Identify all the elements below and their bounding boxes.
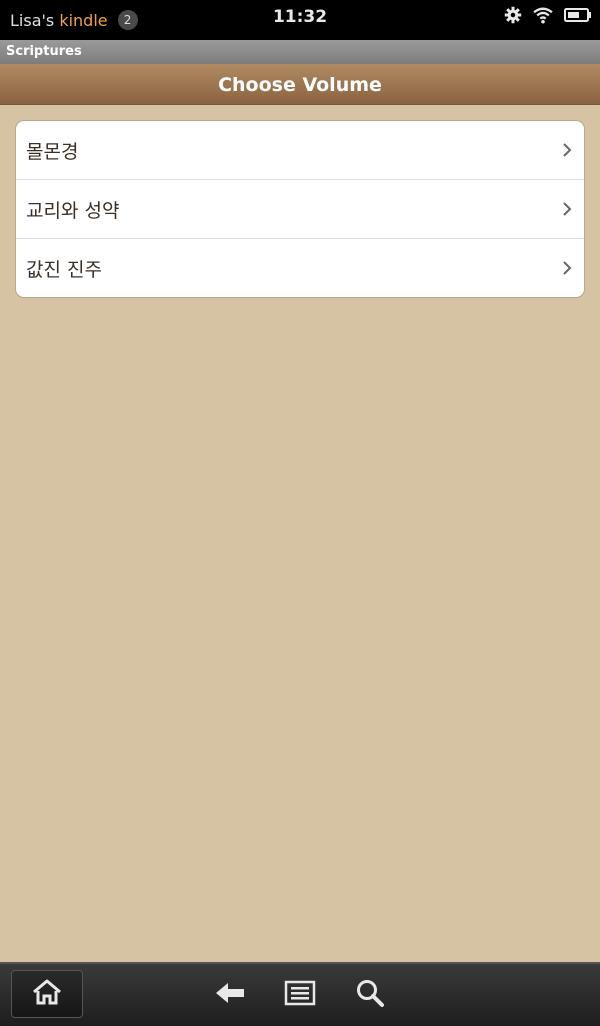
device-brand: kindle [59,10,108,30]
menu-icon [284,980,316,1010]
volume-label: 몰몬경 [26,140,79,163]
gear-icon[interactable] [504,6,522,28]
nav-header: Choose Volume [0,64,600,105]
status-bar: Lisa's kindle 2 11:32 [0,0,600,40]
menu-button[interactable] [282,978,318,1012]
list-item-volume[interactable]: 교리와 성약 [16,180,584,239]
list-item-volume[interactable]: 몰몬경 [16,121,584,180]
bottom-toolbar [0,962,600,1026]
volume-list: 몰몬경 교리와 성약 값진 진주 [15,120,585,298]
search-button[interactable] [352,978,388,1012]
home-button[interactable] [11,970,83,1018]
notification-badge[interactable]: 2 [117,10,138,30]
status-icons [504,4,592,30]
back-arrow-icon [214,981,246,1009]
list-item-volume[interactable]: 값진 진주 [16,239,584,297]
chevron-right-icon [562,142,572,158]
chevron-right-icon [562,260,572,276]
home-icon [31,978,63,1010]
device-owner: Lisa's [10,10,55,30]
app-title-bar: Scriptures [0,40,600,64]
chevron-right-icon [562,201,572,217]
back-button[interactable] [212,978,248,1012]
volume-label: 값진 진주 [26,258,102,281]
search-icon [355,978,385,1012]
volume-label: 교리와 성약 [26,199,120,222]
app-title: Scriptures [6,44,82,59]
page-title: Choose Volume [218,74,382,96]
wifi-icon[interactable] [532,6,554,28]
battery-icon [564,7,592,27]
device-name: Lisa's kindle [10,11,108,30]
